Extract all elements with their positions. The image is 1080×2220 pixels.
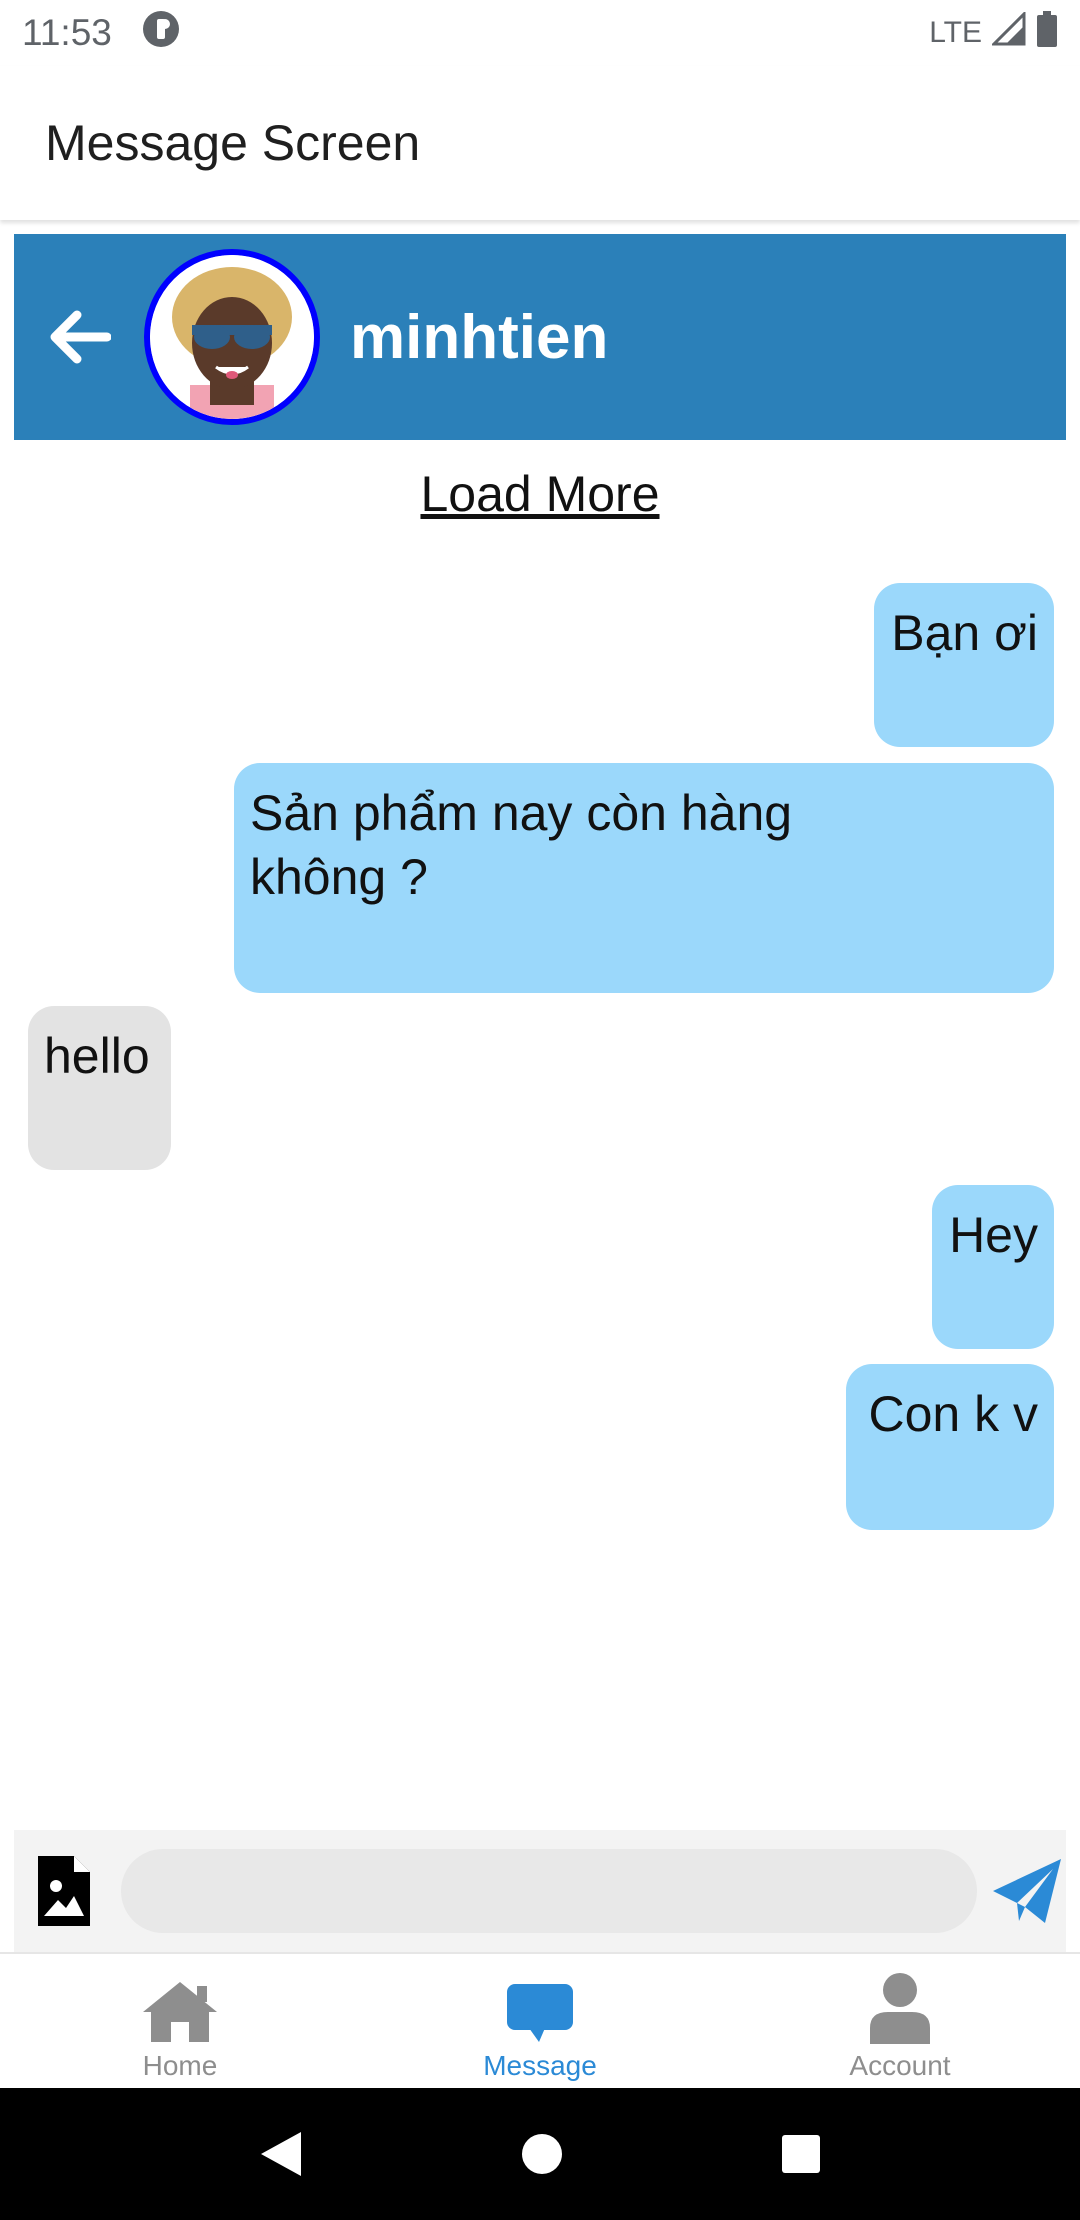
signal-icon [990, 10, 1026, 54]
tab-home[interactable]: Home [0, 1954, 360, 2088]
app-notification-icon [142, 10, 180, 57]
app-bar: Message Screen [0, 66, 1080, 220]
back-triangle-icon[interactable] [259, 2130, 303, 2178]
send-icon [992, 1859, 1061, 1923]
tab-label-home: Home [142, 2050, 218, 2081]
tab-label-message: Message [483, 2050, 597, 2081]
recents-square-icon[interactable] [781, 2134, 821, 2174]
contact-name: minhtien [350, 302, 609, 372]
message-composer [14, 1830, 1066, 1952]
tab-account[interactable]: Account [720, 1954, 1080, 2088]
avatar[interactable] [144, 249, 320, 425]
message-bubble-sent: Con k v [846, 1364, 1054, 1530]
person-icon [870, 1973, 930, 2044]
arrow-left-icon [50, 310, 111, 364]
chat-header: minhtien [14, 234, 1066, 440]
status-right: LTE [929, 10, 1058, 55]
home-circle-icon[interactable] [521, 2133, 563, 2175]
load-more-link[interactable]: Load More [0, 465, 1080, 523]
message-input[interactable] [120, 1849, 978, 1933]
tab-message[interactable]: Message [360, 1954, 720, 2088]
tab-label-account: Account [849, 2050, 951, 2081]
status-time: 11:53 [22, 12, 112, 53]
system-nav-bar [0, 2088, 1080, 2220]
message-bubble-sent: Sản phẩm nay còn hàng không ? [234, 763, 1054, 993]
send-button[interactable] [987, 1851, 1066, 1931]
page-title: Message Screen [45, 115, 421, 171]
avatar-illustration-icon [150, 255, 314, 419]
home-icon [143, 1982, 217, 2042]
chat-bubble-icon [507, 1984, 573, 2042]
message-bubble-sent: Hey [932, 1185, 1054, 1349]
bottom-tab-bar: Home Message Account [0, 1952, 1080, 2088]
network-type: LTE [929, 16, 982, 49]
attach-image-button[interactable] [28, 1851, 101, 1931]
image-file-icon [38, 1856, 91, 1926]
battery-icon [1036, 11, 1058, 55]
message-bubble-received: hello [28, 1006, 171, 1170]
back-button[interactable] [34, 292, 124, 382]
message-bubble-sent: Bạn ơi [874, 583, 1054, 747]
status-left: 11:53 [22, 10, 180, 57]
status-bar: 11:53 LTE [0, 0, 1080, 66]
